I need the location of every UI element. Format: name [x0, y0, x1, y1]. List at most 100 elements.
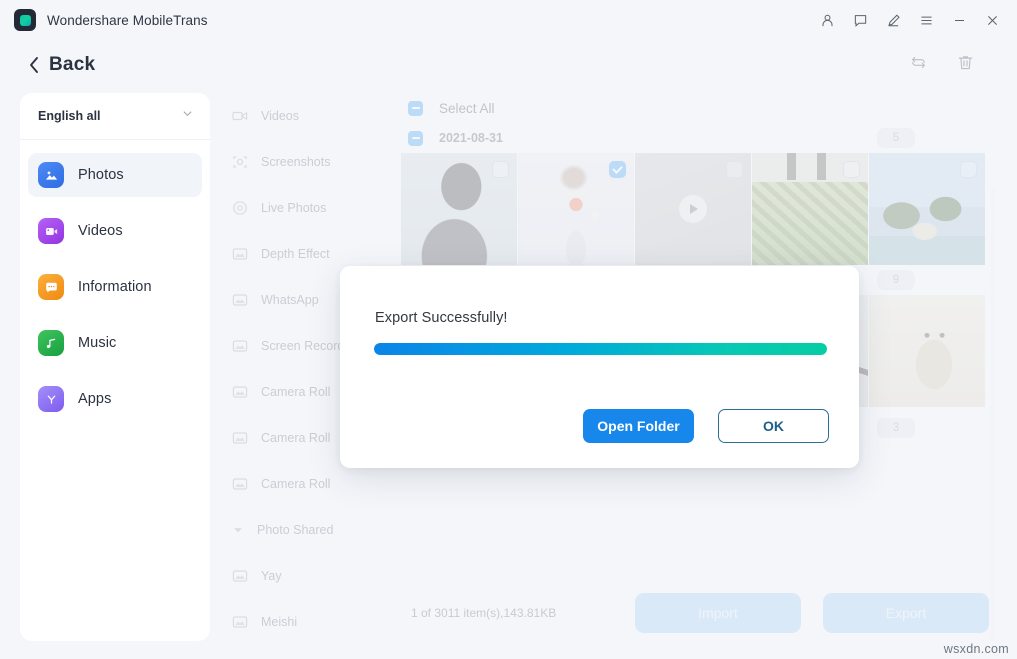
photo-icon [231, 337, 249, 355]
chevron-left-icon [28, 56, 40, 74]
category-item-yay[interactable]: Yay [222, 553, 397, 599]
date-count-badge: 5 [877, 128, 915, 148]
mobiletrans-logo-icon [14, 9, 36, 31]
sidebar-item-videos[interactable]: Videos [28, 209, 202, 253]
gallery-scrollbar[interactable] [991, 189, 995, 641]
live-photo-icon [231, 199, 249, 217]
screenshot-icon [231, 153, 249, 171]
category-item-screenshots[interactable]: Screenshots [222, 139, 397, 185]
thumbnail-checkbox[interactable] [492, 161, 509, 178]
thumbnail-checkbox[interactable] [726, 161, 743, 178]
app-window: Wondershare MobileTrans [0, 0, 1017, 659]
ok-button[interactable]: OK [718, 409, 829, 443]
sidebar-item-music[interactable]: Music [28, 321, 202, 365]
app-title: Wondershare MobileTrans [47, 13, 208, 28]
import-button[interactable]: Import [635, 593, 801, 633]
thumbnail-checkbox[interactable] [843, 161, 860, 178]
export-progress-bar [374, 343, 827, 355]
sidebar-item-label: Music [78, 335, 116, 351]
trash-icon[interactable] [956, 53, 975, 77]
back-label: Back [49, 54, 95, 76]
category-label: Screenshots [261, 155, 330, 169]
video-camera-icon [231, 107, 249, 125]
thumbnail-item[interactable] [752, 153, 868, 265]
category-label: Meishi [261, 615, 297, 629]
open-folder-button[interactable]: Open Folder [583, 409, 694, 443]
date-group-header[interactable]: 2021-08-31 5 [399, 123, 997, 153]
close-icon[interactable] [976, 5, 1009, 35]
category-item-meishi[interactable]: Meishi [222, 599, 397, 645]
category-label: Videos [261, 109, 299, 123]
header-actions [909, 53, 975, 77]
sidebar: English all Photos [20, 93, 210, 641]
photo-icon [231, 567, 249, 585]
thumbnail-grid [399, 153, 997, 265]
sidebar-nav: Photos Videos [20, 140, 210, 421]
export-button[interactable]: Export [823, 593, 989, 633]
category-label: Yay [261, 569, 282, 583]
export-success-dialog: Export Successfully! Open Folder OK [340, 266, 859, 468]
photo-icon [231, 613, 249, 631]
select-all-label: Select All [439, 101, 495, 116]
photo-icon [231, 475, 249, 493]
select-all-checkbox[interactable] [408, 101, 423, 116]
window-controls [811, 5, 1009, 35]
thumbnail-checkbox[interactable] [609, 161, 626, 178]
language-selector[interactable]: English all [20, 93, 210, 140]
sidebar-item-label: Apps [78, 391, 111, 407]
header-bar: Back [0, 40, 1017, 90]
category-item-videos[interactable]: Videos [222, 93, 397, 139]
dialog-title: Export Successfully! [375, 310, 508, 326]
sidebar-item-label: Information [78, 279, 152, 295]
date-label: 2021-08-31 [439, 131, 503, 145]
date-count-badge: 3 [877, 418, 915, 438]
select-all-row[interactable]: Select All [399, 93, 997, 123]
category-group-photo-shared[interactable]: Photo Shared [222, 507, 397, 553]
category-label: Live Photos [261, 201, 326, 215]
thumbnail-checkbox[interactable] [960, 161, 977, 178]
back-button[interactable]: Back [28, 54, 95, 76]
music-icon [38, 330, 64, 356]
account-icon[interactable] [811, 5, 844, 35]
thumbnail-item[interactable] [869, 295, 985, 407]
category-item-live-photos[interactable]: Live Photos [222, 185, 397, 231]
selection-status: 1 of 3011 item(s),143.81KB [411, 606, 556, 620]
thumbnail-item[interactable] [869, 153, 985, 265]
sidebar-item-apps[interactable]: Apps [28, 377, 202, 421]
sidebar-item-photos[interactable]: Photos [28, 153, 202, 197]
footer-bar: 1 of 3011 item(s),143.81KB Import Export [399, 585, 997, 641]
feedback-icon[interactable] [844, 5, 877, 35]
photo-icon [231, 383, 249, 401]
category-label: Camera Roll [261, 385, 330, 399]
export-progress-fill [374, 343, 827, 355]
date-group-checkbox[interactable] [408, 131, 423, 146]
photo-icon [231, 245, 249, 263]
minimize-icon[interactable] [943, 5, 976, 35]
sidebar-item-information[interactable]: Information [28, 265, 202, 309]
category-label: Depth Effect [261, 247, 330, 261]
apps-icon [38, 386, 64, 412]
sidebar-item-label: Videos [78, 223, 123, 239]
dialog-actions: Open Folder OK [583, 409, 829, 443]
refresh-icon[interactable] [909, 53, 928, 77]
information-icon [38, 274, 64, 300]
date-count-badge: 9 [877, 270, 915, 290]
photos-icon [38, 162, 64, 188]
chevron-down-icon [181, 107, 194, 125]
photo-icon [231, 429, 249, 447]
edit-icon[interactable] [877, 5, 910, 35]
category-label: Camera Roll [261, 477, 330, 491]
watermark: wsxdn.com [944, 642, 1009, 656]
thumbnail-item[interactable] [401, 153, 517, 265]
videos-icon [38, 218, 64, 244]
category-label: WhatsApp [261, 293, 319, 307]
sidebar-item-label: Photos [78, 167, 124, 183]
play-icon [679, 195, 707, 223]
caret-down-icon [231, 521, 245, 539]
title-bar: Wondershare MobileTrans [0, 0, 1017, 40]
thumbnail-item[interactable] [635, 153, 751, 265]
menu-icon[interactable] [910, 5, 943, 35]
photo-icon [231, 291, 249, 309]
thumbnail-item[interactable] [518, 153, 634, 265]
category-label: Camera Roll [261, 431, 330, 445]
